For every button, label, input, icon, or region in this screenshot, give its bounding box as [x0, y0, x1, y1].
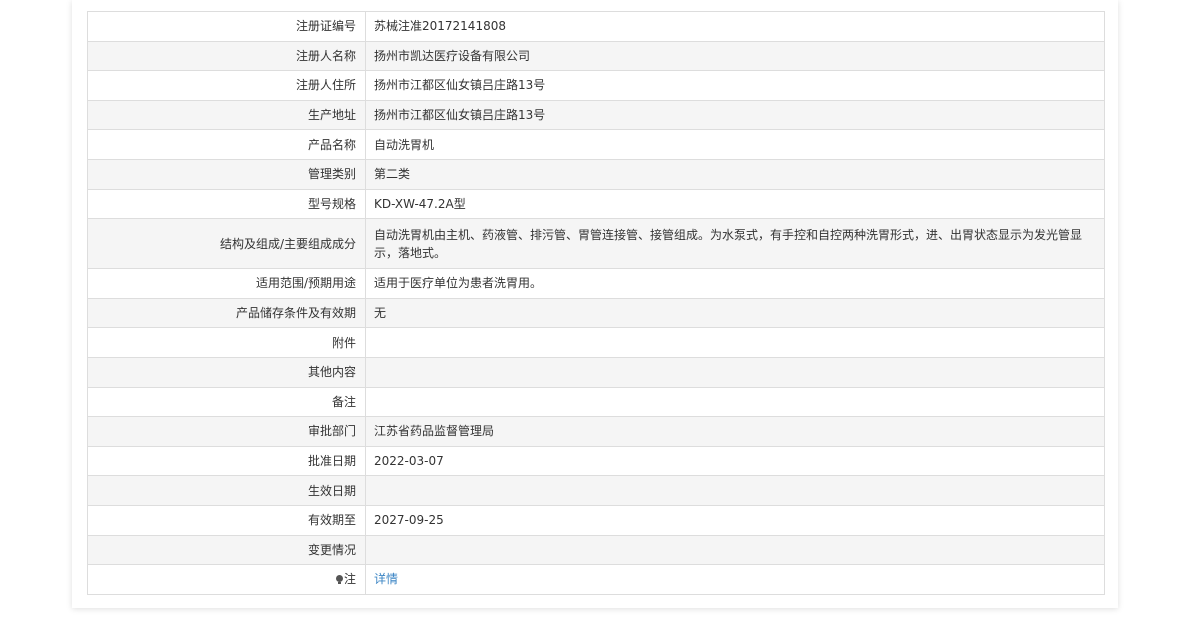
row-label: 注册人名称: [87, 40, 366, 72]
row-label: 附件: [87, 327, 366, 358]
row-label: 产品储存条件及有效期: [87, 297, 366, 329]
row-label: 生产地址: [87, 99, 366, 131]
note-label-cell: 注: [87, 564, 366, 595]
row-label: 结构及组成/主要组成成分: [87, 218, 366, 270]
table-row: 产品储存条件及有效期 无: [87, 297, 1105, 329]
row-value: 苏械注准20172141808: [365, 11, 1105, 42]
table-row: 注册人住所 扬州市江都区仙女镇吕庄路13号: [87, 70, 1105, 101]
row-label: 有效期至: [87, 504, 366, 536]
table-row: 产品名称 自动洗胃机: [87, 129, 1105, 160]
table-row: 备注: [87, 386, 1105, 418]
row-value: [365, 475, 1105, 506]
row-label: 型号规格: [87, 188, 366, 220]
registration-detail-table: 注册证编号 苏械注准20172141808 注册人名称 扬州市凯达医疗设备有限公…: [87, 11, 1105, 595]
row-label: 生效日期: [87, 475, 366, 506]
table-row: 注册人名称 扬州市凯达医疗设备有限公司: [87, 40, 1105, 72]
row-value: 江苏省药品监督管理局: [365, 416, 1105, 447]
row-label: 注册证编号: [87, 11, 366, 42]
row-label: 产品名称: [87, 129, 366, 160]
row-value: 2022-03-07: [365, 445, 1105, 477]
row-value: [365, 356, 1105, 388]
table-row: 结构及组成/主要组成成分 自动洗胃机由主机、药液管、排污管、胃管连接管、接管组成…: [87, 218, 1105, 270]
row-value: 自动洗胃机由主机、药液管、排污管、胃管连接管、接管组成。为水泵式，有手控和自控两…: [365, 218, 1105, 270]
row-value: 扬州市江都区仙女镇吕庄路13号: [365, 70, 1105, 101]
row-value: KD-XW-47.2A型: [365, 188, 1105, 220]
row-value: [365, 534, 1105, 566]
note-label: 注: [343, 572, 356, 587]
row-label: 其他内容: [87, 356, 366, 388]
row-label: 审批部门: [87, 416, 366, 447]
row-value: [365, 386, 1105, 418]
lightbulb-icon: [335, 575, 343, 585]
row-value: [365, 327, 1105, 358]
row-value: 第二类: [365, 158, 1105, 190]
table-row: 生产地址 扬州市江都区仙女镇吕庄路13号: [87, 99, 1105, 131]
row-value: 自动洗胃机: [365, 129, 1105, 160]
table-row: 批准日期 2022-03-07: [87, 445, 1105, 477]
table-row: 其他内容: [87, 356, 1105, 388]
table-row: 注册证编号 苏械注准20172141808: [87, 11, 1105, 42]
note-value-cell: 详情: [365, 564, 1105, 595]
row-label: 变更情况: [87, 534, 366, 566]
table-row: 适用范围/预期用途 适用于医疗单位为患者洗胃用。: [87, 268, 1105, 299]
row-label: 注册人住所: [87, 70, 366, 101]
table-row: 审批部门 江苏省药品监督管理局: [87, 416, 1105, 447]
row-value: 扬州市江都区仙女镇吕庄路13号: [365, 99, 1105, 131]
row-label: 备注: [87, 386, 366, 418]
table-row: 生效日期: [87, 475, 1105, 506]
row-label: 适用范围/预期用途: [87, 268, 366, 299]
row-value: 扬州市凯达医疗设备有限公司: [365, 40, 1105, 72]
table-row: 附件: [87, 327, 1105, 358]
table-row: 型号规格 KD-XW-47.2A型: [87, 188, 1105, 220]
row-value: 2027-09-25: [365, 504, 1105, 536]
note-row: 注 详情: [87, 564, 1105, 595]
row-value: 适用于医疗单位为患者洗胃用。: [365, 268, 1105, 299]
details-link[interactable]: 详情: [374, 572, 398, 586]
row-value: 无: [365, 297, 1105, 329]
table-row: 变更情况: [87, 534, 1105, 566]
table-row: 管理类别 第二类: [87, 158, 1105, 190]
row-label: 批准日期: [87, 445, 366, 477]
table-row: 有效期至 2027-09-25: [87, 504, 1105, 536]
row-label: 管理类别: [87, 158, 366, 190]
